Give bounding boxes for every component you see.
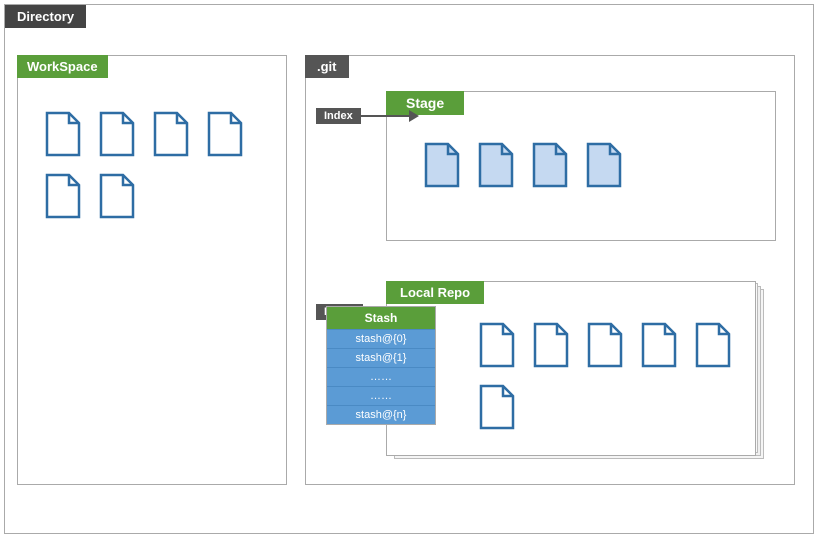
local-repo-box: Local Repo	[386, 281, 756, 456]
repo-file-2	[531, 322, 569, 368]
index-arrow: Index	[316, 108, 411, 124]
repo-file-4	[639, 322, 677, 368]
repo-file-6	[477, 384, 515, 430]
stash-header: Stash	[327, 307, 435, 329]
title-text: Directory	[17, 9, 74, 24]
index-arrow-line	[361, 115, 411, 117]
workspace-files	[18, 56, 286, 234]
stash-item-n: stash@{n}	[327, 405, 435, 424]
stash-item-3: ……	[327, 386, 435, 405]
stash-item-0: stash@{0}	[327, 329, 435, 348]
index-arrowhead	[409, 110, 419, 122]
git-box: .git Index Stage	[305, 55, 795, 485]
stage-file-1	[422, 142, 460, 188]
git-label: .git	[305, 55, 349, 78]
stash-item-2: ……	[327, 367, 435, 386]
stash-item-1: stash@{1}	[327, 348, 435, 367]
title-bar: Directory	[5, 5, 86, 28]
workspace-file-1	[43, 111, 81, 157]
workspace-file-5	[43, 173, 81, 219]
repo-files	[387, 282, 755, 445]
stage-box: Stage	[386, 91, 776, 241]
workspace-file-2	[97, 111, 135, 157]
local-repo-label: Local Repo	[386, 281, 484, 304]
stage-file-3	[530, 142, 568, 188]
stage-file-2	[476, 142, 514, 188]
main-container: Directory WorkSpace	[4, 4, 814, 534]
stage-file-4	[584, 142, 622, 188]
workspace-box: WorkSpace	[17, 55, 287, 485]
stash-box: Stash stash@{0} stash@{1} …… …… stash@{n…	[326, 306, 436, 425]
local-repo-stack: Local Repo	[386, 281, 776, 461]
repo-file-5	[693, 322, 731, 368]
repo-file-3	[585, 322, 623, 368]
workspace-label: WorkSpace	[17, 55, 108, 78]
workspace-file-6	[97, 173, 135, 219]
index-label: Index	[316, 108, 361, 124]
workspace-file-4	[205, 111, 243, 157]
workspace-file-3	[151, 111, 189, 157]
repo-file-1	[477, 322, 515, 368]
